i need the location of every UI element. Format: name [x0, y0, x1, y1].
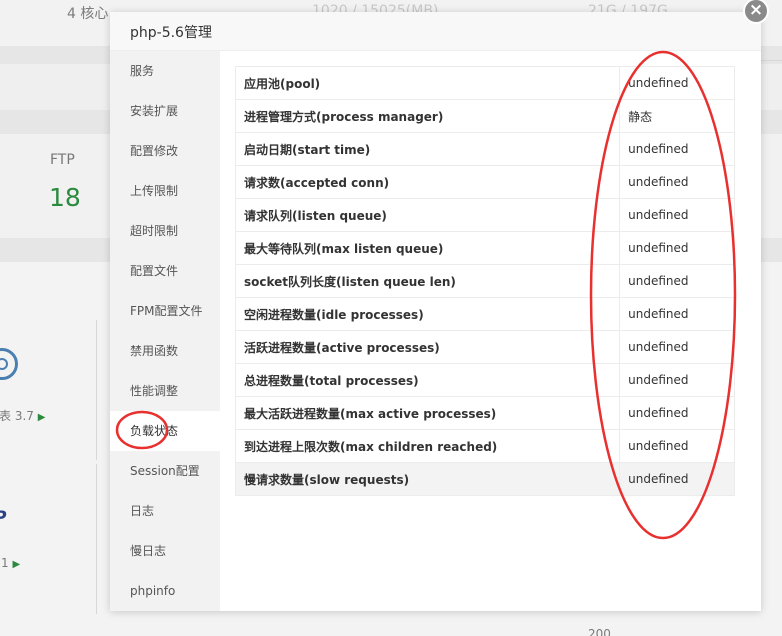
play-icon: ▶: [12, 559, 21, 570]
bg-ftp-label: FTP: [50, 152, 75, 168]
menu-item-log[interactable]: 日志: [110, 491, 220, 531]
status-key: 应用池(pool): [234, 66, 621, 100]
status-value: undefined: [619, 396, 735, 430]
table-row: 总进程数量(total processes) undefined: [234, 363, 735, 397]
load-status-table: 应用池(pool) undefined 进程管理方式(process manage…: [234, 66, 735, 496]
menu-item-upload-limit[interactable]: 上传限制: [110, 171, 220, 211]
table-row: 最大活跃进程数量(max active processes) undefined: [234, 396, 735, 430]
menu-item-phpinfo[interactable]: phpinfo: [110, 571, 220, 611]
php-logo: P: [0, 508, 6, 528]
status-value: undefined: [619, 231, 735, 265]
table-row: 到达进程上限次数(max children reached) undefined: [234, 429, 735, 463]
status-value: undefined: [619, 132, 735, 166]
status-key: 启动日期(start time): [234, 132, 621, 166]
status-key: 空闲进程数量(idle processes): [234, 297, 621, 331]
status-key: 总进程数量(total processes): [234, 363, 621, 397]
table-row: 活跃进程数量(active processes) undefined: [234, 330, 735, 364]
dialog-header: php-5.6管理: [110, 12, 761, 51]
bg-bottom-value: 200: [588, 627, 611, 636]
menu-item-timeout-limit[interactable]: 超时限制: [110, 211, 220, 251]
status-key: 到达进程上限次数(max children reached): [234, 429, 621, 463]
dialog-side-menu: 服务 安装扩展 配置修改 上传限制 超时限制 配置文件 FPM配置文件 禁用函数…: [110, 51, 220, 611]
table-row: 请求队列(listen queue) undefined: [234, 198, 735, 232]
menu-item-load-status[interactable]: 负载状态: [110, 411, 220, 451]
bg-ftp-value: 18: [49, 183, 81, 212]
menu-item-fpm-config-file[interactable]: FPM配置文件: [110, 291, 220, 331]
table-row: 进程管理方式(process manager) 静态: [234, 99, 735, 133]
status-key: 最大活跃进程数量(max active processes): [234, 396, 621, 430]
bg-card-version-2: 1 ▶: [1, 556, 21, 570]
menu-item-performance-tuning[interactable]: 性能调整: [110, 371, 220, 411]
status-value: undefined: [619, 429, 735, 463]
status-value: undefined: [619, 66, 735, 100]
table-row: 慢请求数量(slow requests) undefined: [234, 462, 735, 496]
status-value: undefined: [619, 165, 735, 199]
status-value: undefined: [619, 462, 735, 496]
bg-divider: [96, 320, 97, 460]
menu-item-disabled-functions[interactable]: 禁用函数: [110, 331, 220, 371]
php-manager-dialog: php-5.6管理 服务 安装扩展 配置修改 上传限制 超时限制 配置文件 FP…: [110, 12, 761, 611]
menu-item-install-extensions[interactable]: 安装扩展: [110, 91, 220, 131]
table-row: 应用池(pool) undefined: [234, 66, 735, 100]
status-key: 最大等待队列(max listen queue): [234, 231, 621, 265]
play-icon: ▶: [37, 412, 46, 423]
bg-divider-2: [96, 464, 97, 614]
status-key: 请求数(accepted conn): [234, 165, 621, 199]
status-value: undefined: [619, 330, 735, 364]
status-key: 进程管理方式(process manager): [234, 99, 621, 133]
status-key: socket队列长度(listen queue len): [234, 264, 621, 298]
menu-item-service[interactable]: 服务: [110, 51, 220, 91]
menu-item-config-file[interactable]: 配置文件: [110, 251, 220, 291]
bg-card-version: 表 3.7 ▶: [0, 409, 46, 423]
dialog-title: php-5.6管理: [130, 25, 212, 41]
status-value: undefined: [619, 264, 735, 298]
status-key: 请求队列(listen queue): [234, 198, 621, 232]
status-value: undefined: [619, 198, 735, 232]
menu-item-slow-log[interactable]: 慢日志: [110, 531, 220, 571]
load-status-panel: 应用池(pool) undefined 进程管理方式(process manage…: [234, 66, 735, 496]
bg-cpu-text: 4 核心: [67, 6, 109, 22]
table-row: socket队列长度(listen queue len) undefined: [234, 264, 735, 298]
status-value: 静态: [619, 99, 735, 133]
table-row: 最大等待队列(max listen queue) undefined: [234, 231, 735, 265]
status-value: undefined: [619, 363, 735, 397]
menu-item-config-edit[interactable]: 配置修改: [110, 131, 220, 171]
status-key: 慢请求数量(slow requests): [234, 462, 621, 496]
status-value: undefined: [619, 297, 735, 331]
table-row: 空闲进程数量(idle processes) undefined: [234, 297, 735, 331]
menu-item-session-config[interactable]: Session配置: [110, 451, 220, 491]
table-row: 请求数(accepted conn) undefined: [234, 165, 735, 199]
table-row: 启动日期(start time) undefined: [234, 132, 735, 166]
status-key: 活跃进程数量(active processes): [234, 330, 621, 364]
